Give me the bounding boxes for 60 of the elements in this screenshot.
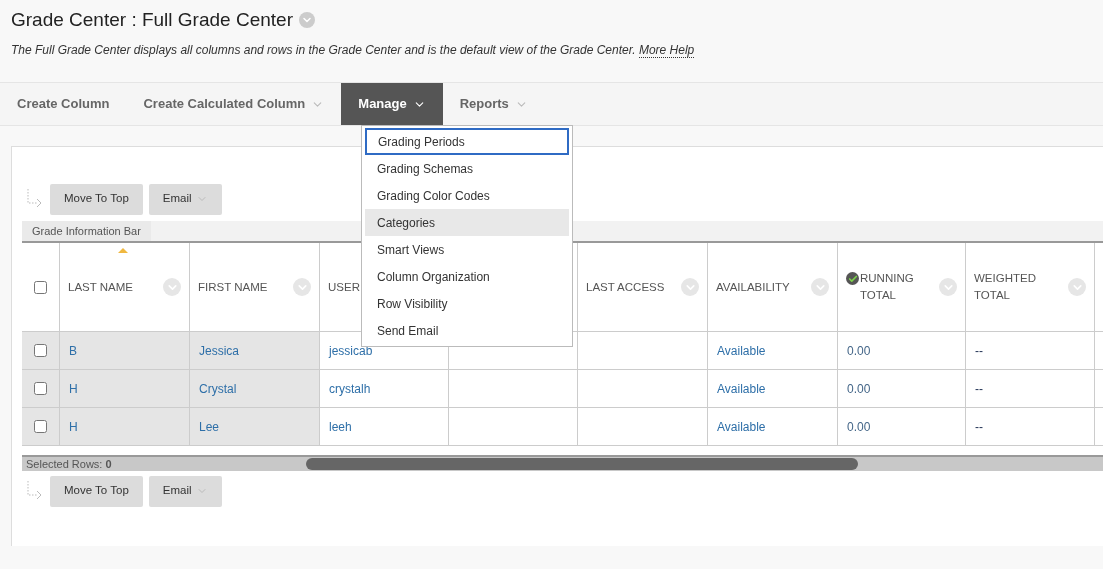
column-title: RUNNING TOTAL [860,271,915,303]
scrollbar-thumb[interactable] [306,458,858,470]
menu-item[interactable]: Send Email [365,317,569,344]
column-menu-icon[interactable] [681,278,699,296]
table-cell[interactable]: Lee [199,417,220,436]
menu-item[interactable]: Row Visibility [365,290,569,317]
column-title: WEIGHTED TOTAL [974,271,1037,303]
move-to-top-button[interactable]: Move To Top [50,183,143,215]
menu-item[interactable]: Grading Schemas [365,155,569,182]
row-checkbox[interactable] [34,420,47,433]
column-title: USER [328,279,360,295]
table-cell-text: -- [975,418,983,436]
menu-item[interactable]: Grading Color Codes [365,182,569,209]
table-cell[interactable]: Available [717,341,766,360]
table-cell[interactable]: Available [717,379,766,398]
table-cell[interactable]: crystalh [329,379,371,398]
table-cell[interactable]: jessicab [329,341,373,360]
table-cell-text: -- [975,380,983,398]
table-cell-text: 0.00 [847,342,871,360]
title-menu-icon[interactable] [298,12,315,29]
column-menu-icon[interactable] [163,278,181,296]
table-cell[interactable]: H [69,379,78,398]
page-title: Grade Center : Full Grade Center [11,8,293,32]
toolbar-tab[interactable]: Manage [341,83,443,125]
column-title: LAST ACCESS [586,279,665,295]
email-menu-button[interactable]: Email [148,475,222,507]
row-checkbox[interactable] [34,344,47,357]
column-title: FIRST NAME [198,279,268,295]
more-help-link[interactable]: More Help [638,42,695,58]
toolbar-tab[interactable]: Reports [442,83,545,125]
table-cell[interactable]: leeh [329,417,352,436]
info-bar-tab[interactable]: Grade Information Bar [22,221,151,241]
menu-item[interactable]: Grading Periods [365,128,569,155]
table-cell[interactable]: Available [717,417,766,436]
toolbar-tab[interactable]: Create Column [0,83,127,125]
table-cell-text: 0.00 [847,418,871,436]
column-title: LAST NAME [68,279,133,295]
table-cell[interactable]: Jessica [199,341,239,360]
select-all-checkbox[interactable] [34,280,47,294]
check-icon [846,272,859,285]
column-menu-icon[interactable] [293,278,311,296]
email-menu-button[interactable]: Email [148,183,222,215]
column-menu-icon[interactable] [1068,278,1086,296]
table-cell-text: -- [975,342,983,360]
table-cell[interactable]: B [69,341,77,360]
table-cell[interactable]: Crystal [199,379,237,398]
table-cell[interactable]: H [69,417,78,436]
table-cell-text: 0.00 [847,380,871,398]
menu-item[interactable]: Smart Views [365,236,569,263]
selected-rows-count: Selected Rows: 0 [25,456,112,472]
column-menu-icon[interactable] [939,278,957,296]
toolbar-tab[interactable]: Create Calculated Column [126,83,342,125]
sort-ascending-icon [118,248,128,253]
column-title: AVAILABILITY [716,279,790,295]
page-description: The Full Grade Center displays all columns and rows in the Grade Center and is the default view of the Grade Center. More Help [11,41,696,59]
move-to-top-button[interactable]: Move To Top [50,475,143,507]
row-checkbox[interactable] [34,382,47,395]
column-menu-icon[interactable] [811,278,829,296]
menu-item[interactable]: Categories [365,209,569,236]
menu-item[interactable]: Column Organization [365,263,569,290]
